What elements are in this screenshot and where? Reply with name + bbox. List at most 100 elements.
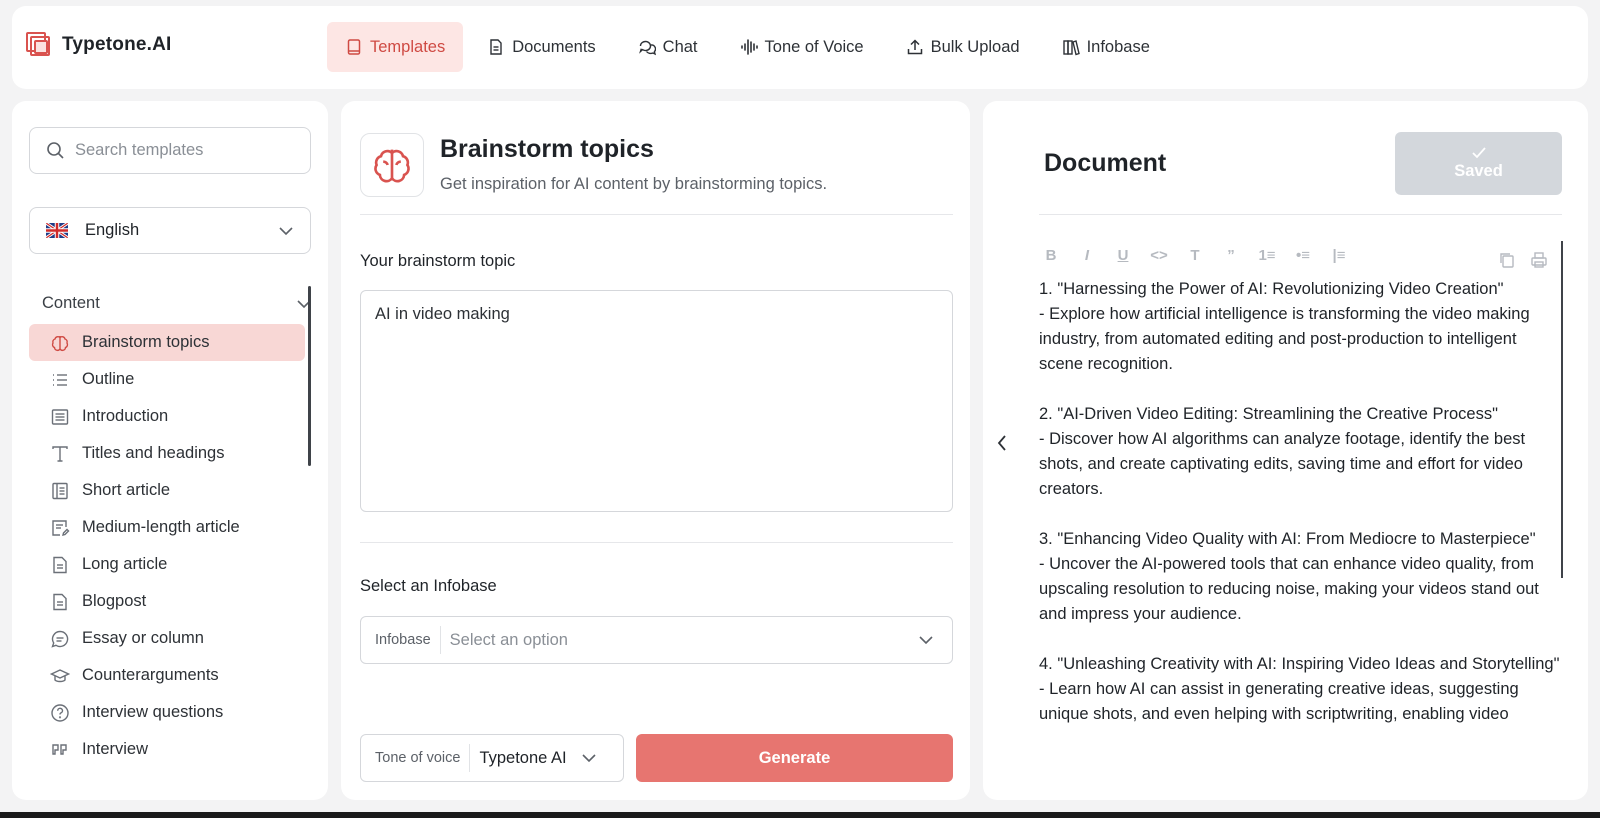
sidebar-scrollbar[interactable]	[308, 286, 311, 466]
sidebar-item-essay-or-column[interactable]: Essay or column	[29, 620, 305, 657]
sidebar-item-label: Interview	[82, 740, 149, 758]
nav-label: Bulk Upload	[930, 37, 1020, 56]
sidebar-item-long-article[interactable]: Long article	[29, 546, 305, 583]
nav-documents[interactable]: Documents	[469, 22, 613, 72]
file-icon	[53, 556, 67, 573]
document-paragraph: 3. "Enhancing Video Quality with AI: Fro…	[1039, 530, 1539, 623]
nav-chat[interactable]: Chat	[620, 22, 716, 72]
template-form: Brainstorm topics Get inspiration for AI…	[341, 101, 970, 800]
underline-button[interactable]: U	[1112, 247, 1134, 264]
saved-button[interactable]: Saved	[1395, 132, 1562, 195]
nav-bulk-upload[interactable]: Bulk Upload	[888, 22, 1038, 72]
top-navigation-bar: Typetone.AI Templates Documents Chat Ton…	[12, 6, 1588, 89]
editor-toolbar: B I U <> T ” 1≡ •≡ |≡	[1040, 247, 1350, 264]
section-header-content[interactable]: Content	[42, 294, 312, 313]
list-icon	[53, 373, 67, 386]
books-icon	[1062, 40, 1080, 56]
document-paragraph: 4. "Unleashing Creativity with AI: Inspi…	[1039, 655, 1560, 723]
graduation-cap-icon	[50, 668, 70, 682]
document-title: Document	[1044, 149, 1167, 177]
text-style-button[interactable]: T	[1184, 247, 1206, 264]
search-icon	[47, 142, 64, 159]
chevron-down-icon	[582, 754, 596, 763]
nav-templates[interactable]: Templates	[327, 22, 464, 72]
editor-actions	[1498, 251, 1548, 269]
bullet-list-button[interactable]: •≡	[1292, 247, 1314, 264]
generate-button[interactable]: Generate	[636, 734, 953, 782]
uk-flag-icon	[46, 223, 68, 238]
sidebar-item-label: Counterarguments	[82, 666, 219, 684]
template-icon	[360, 133, 424, 197]
ordered-list-button[interactable]: 1≡	[1256, 247, 1278, 264]
sidebar-item-label: Introduction	[82, 407, 169, 425]
template-sidebar: English Content Brainstorm topics Outlin…	[12, 101, 328, 800]
waveform-icon	[740, 39, 758, 55]
nav-tone-of-voice[interactable]: Tone of Voice	[722, 22, 882, 72]
divider	[360, 542, 953, 543]
file-icon	[53, 593, 67, 610]
search-input[interactable]	[75, 141, 295, 160]
sidebar-item-introduction[interactable]: Introduction	[29, 398, 305, 435]
nav-label: Chat	[662, 37, 698, 56]
template-list: Brainstorm topics Outline Introduction T…	[29, 324, 305, 768]
nav-label: Infobase	[1086, 37, 1150, 56]
document-icon	[347, 39, 361, 55]
language-select[interactable]: English	[29, 207, 311, 254]
sidebar-item-titles-and-headings[interactable]: Titles and headings	[29, 435, 305, 472]
nav-label: Tone of Voice	[764, 37, 864, 56]
section-title: Content	[42, 294, 100, 312]
quote-icon	[52, 743, 67, 755]
italic-button[interactable]: I	[1076, 247, 1098, 264]
chevron-down-icon	[279, 226, 293, 235]
sidebar-item-counterarguments[interactable]: Counterarguments	[29, 657, 305, 694]
search-box[interactable]	[29, 127, 311, 174]
sidebar-item-short-article[interactable]: Short article	[29, 472, 305, 509]
sidebar-item-label: Brainstorm topics	[82, 333, 210, 351]
upload-icon	[907, 39, 922, 55]
bold-button[interactable]: B	[1040, 247, 1062, 264]
sidebar-item-interview[interactable]: Interview	[29, 731, 305, 768]
document-body[interactable]: 1. "Harnessing the Power of AI: Revoluti…	[1039, 277, 1563, 797]
sidebar-item-outline[interactable]: Outline	[29, 361, 305, 398]
brain-icon	[51, 335, 69, 351]
nav-label: Documents	[512, 37, 596, 56]
print-icon[interactable]	[1530, 251, 1548, 269]
document-paragraph: 1. "Harnessing the Power of AI: Revoluti…	[1039, 280, 1530, 373]
sidebar-item-interview-questions[interactable]: Interview questions	[29, 694, 305, 731]
app-name: Typetone.AI	[62, 34, 172, 55]
sidebar-item-label: Medium-length article	[82, 518, 240, 536]
question-circle-icon	[51, 703, 69, 722]
template-title: Brainstorm topics	[440, 135, 654, 163]
chat-icon	[638, 40, 656, 56]
collapse-panel-button[interactable]	[996, 434, 1008, 457]
paragraph-icon	[51, 408, 69, 425]
align-button[interactable]: |≡	[1328, 247, 1350, 264]
app-logo[interactable]: Typetone.AI	[26, 32, 172, 58]
sidebar-item-medium-length-article[interactable]: Medium-length article	[29, 509, 305, 546]
sidebar-item-blogpost[interactable]: Blogpost	[29, 583, 305, 620]
chevron-left-icon	[997, 435, 1006, 451]
sidebar-item-brainstorm-topics[interactable]: Brainstorm topics	[29, 324, 305, 361]
nav-label: Templates	[370, 37, 446, 56]
tone-tag: Tone of voice	[375, 744, 471, 772]
sidebar-item-label: Titles and headings	[82, 444, 225, 462]
tone-of-voice-select[interactable]: Tone of voice Typetone AI	[360, 734, 624, 782]
saved-label: Saved	[1454, 162, 1503, 180]
sidebar-item-label: Outline	[82, 370, 135, 388]
article-icon	[52, 482, 68, 499]
check-icon	[1471, 147, 1486, 159]
window-bottom-edge	[0, 812, 1600, 818]
divider	[1039, 214, 1562, 215]
quote-button[interactable]: ”	[1220, 247, 1242, 264]
infobase-tag: Infobase	[375, 626, 441, 654]
code-button[interactable]: <>	[1148, 247, 1170, 264]
language-value: English	[85, 221, 140, 239]
sidebar-item-label: Short article	[82, 481, 171, 499]
logo-icon	[26, 32, 52, 58]
nav-infobase[interactable]: Infobase	[1044, 22, 1168, 72]
template-subtitle: Get inspiration for AI content by brains…	[440, 175, 828, 193]
infobase-select[interactable]: Infobase Select an option	[360, 616, 953, 664]
topic-textarea[interactable]: AI in video making	[360, 290, 953, 512]
chevron-down-icon	[919, 636, 933, 645]
copy-icon[interactable]	[1498, 251, 1516, 269]
